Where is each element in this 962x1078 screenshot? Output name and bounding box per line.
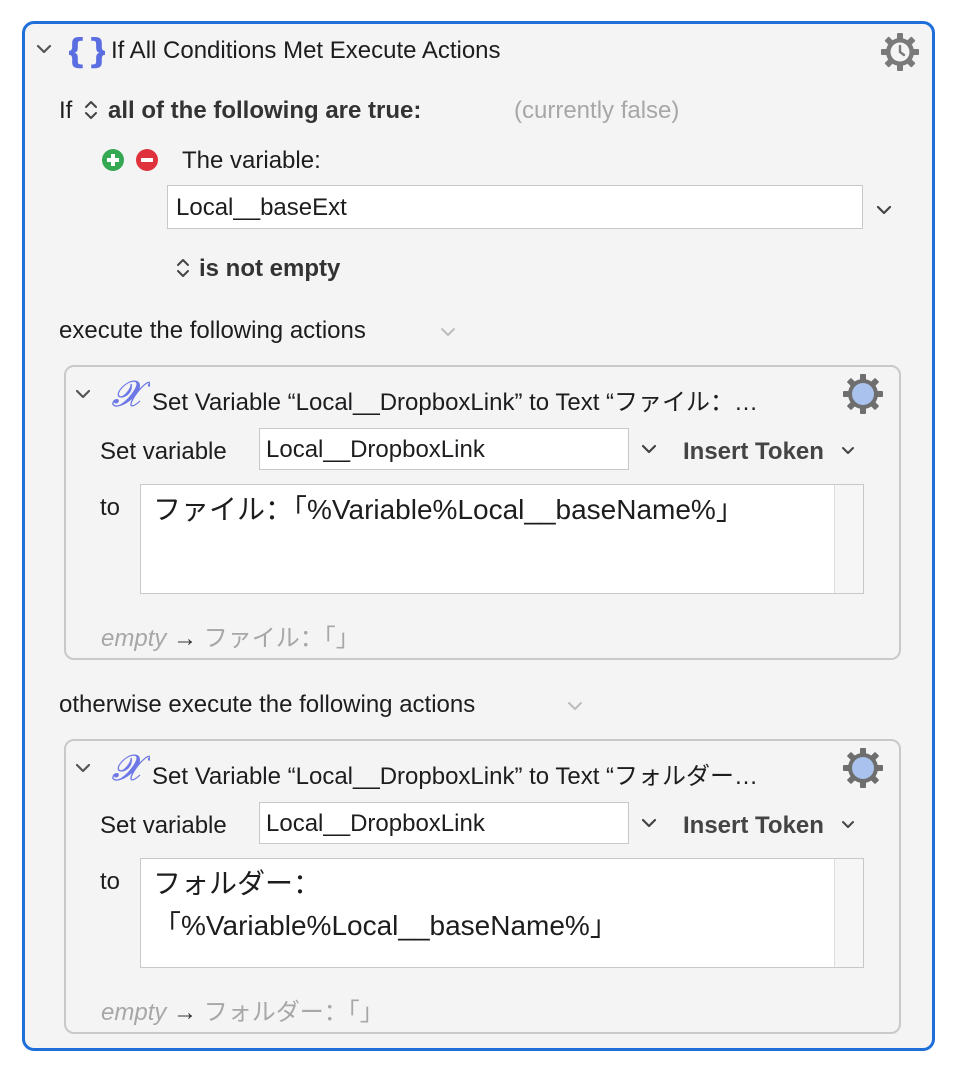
chevron-down-icon[interactable] bbox=[840, 445, 856, 457]
scrollbar[interactable] bbox=[834, 859, 863, 967]
gear-icon[interactable] bbox=[842, 373, 884, 415]
svg-text:𝓧: 𝓧 bbox=[111, 749, 150, 789]
variable-x-icon: 𝓧 bbox=[111, 749, 150, 789]
chevron-down-icon[interactable] bbox=[35, 42, 53, 56]
variable-name-field[interactable]: Local__DropboxLink bbox=[259, 802, 629, 844]
preview-empty-label: empty bbox=[101, 625, 167, 652]
chevron-down-icon[interactable] bbox=[640, 817, 658, 829]
set-variable-label: Set variable bbox=[100, 812, 227, 839]
preview: empty → ファイル：「」 bbox=[101, 618, 360, 653]
arrow-right-icon: → bbox=[173, 625, 198, 652]
add-condition-button[interactable] bbox=[101, 148, 125, 172]
chevron-down-icon[interactable] bbox=[840, 819, 856, 831]
to-label: to bbox=[100, 868, 121, 895]
gear-clock-icon[interactable] bbox=[880, 32, 920, 72]
action-title: If All Conditions Met Execute Actions bbox=[111, 37, 501, 64]
condition-status: (currently false) bbox=[514, 97, 680, 124]
variable-x-icon: 𝓧 bbox=[111, 375, 150, 415]
to-label: to bbox=[100, 494, 121, 521]
variable-name-field[interactable]: Local__DropboxLink bbox=[259, 428, 629, 470]
svg-text:𝓧: 𝓧 bbox=[111, 375, 150, 415]
text-value-area[interactable]: ファイル：「%Variable%Local__baseName%」 bbox=[140, 484, 864, 594]
preview-value: フォルダー：「」 bbox=[203, 999, 384, 1026]
up-down-chevron-icon[interactable] bbox=[83, 98, 99, 122]
preview-empty-label: empty bbox=[101, 999, 167, 1026]
preview: empty → フォルダー：「」 bbox=[101, 992, 384, 1027]
condition-mode-popup[interactable]: all of the following are true: bbox=[108, 97, 421, 125]
text-value-area[interactable]: フォルダー： 「%Variable%Local__baseName%」 bbox=[140, 858, 864, 968]
text-value: ファイル：「%Variable%Local__baseName%」 bbox=[153, 494, 744, 525]
action-title: Set Variable “Local__DropboxLink” to Tex… bbox=[152, 389, 759, 416]
chevron-down-icon[interactable] bbox=[74, 387, 92, 401]
chevron-down-icon[interactable] bbox=[439, 326, 457, 338]
scrollbar[interactable] bbox=[834, 485, 863, 593]
set-variable-label: Set variable bbox=[100, 438, 227, 465]
chevron-down-icon[interactable] bbox=[640, 443, 658, 455]
arrow-right-icon: → bbox=[173, 999, 198, 1026]
text-value: フォルダー： 「%Variable%Local__baseName%」 bbox=[153, 868, 618, 941]
remove-condition-button[interactable] bbox=[135, 148, 159, 172]
condition-variable-field[interactable]: Local__baseExt bbox=[167, 185, 863, 229]
insert-token-button[interactable]: Insert Token bbox=[683, 438, 824, 466]
preview-value: ファイル：「」 bbox=[203, 625, 360, 652]
gear-icon[interactable] bbox=[842, 747, 884, 789]
then-section-label: execute the following actions bbox=[59, 317, 366, 344]
insert-token-button[interactable]: Insert Token bbox=[683, 812, 824, 840]
condition-type-label: The variable: bbox=[182, 147, 321, 174]
up-down-chevron-icon[interactable] bbox=[175, 256, 191, 280]
if-label: If bbox=[59, 97, 73, 124]
set-variable-action-1: 𝓧 Set Variable “Local__DropboxLink” to T… bbox=[64, 365, 901, 660]
else-section-label: otherwise execute the following actions bbox=[59, 691, 476, 718]
svg-text:{}: {} bbox=[69, 32, 105, 72]
chevron-down-icon[interactable] bbox=[875, 204, 893, 216]
action-title: Set Variable “Local__DropboxLink” to Tex… bbox=[152, 763, 759, 790]
braces-icon: {} bbox=[69, 32, 105, 72]
set-variable-action-2: 𝓧 Set Variable “Local__DropboxLink” to T… bbox=[64, 739, 901, 1034]
chevron-down-icon[interactable] bbox=[566, 700, 584, 712]
if-action-panel: {} If All Conditions Met Execute Actions… bbox=[22, 21, 935, 1051]
condition-test-popup[interactable]: is not empty bbox=[199, 255, 340, 283]
chevron-down-icon[interactable] bbox=[74, 761, 92, 775]
